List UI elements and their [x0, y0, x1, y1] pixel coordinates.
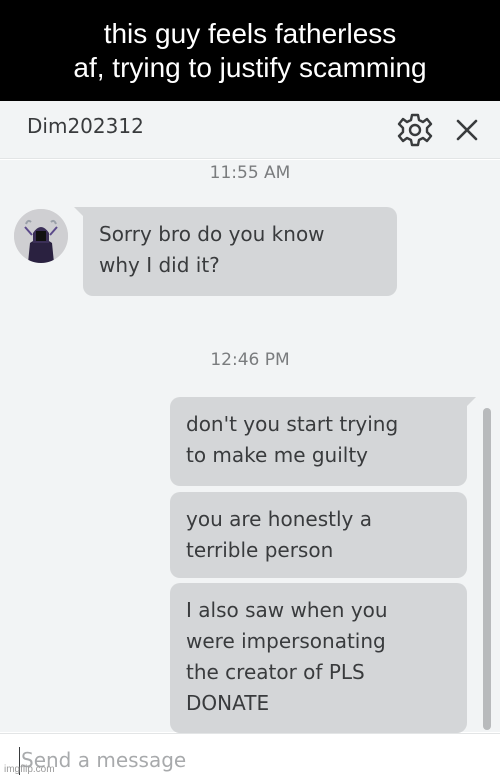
gear-icon[interactable] — [397, 112, 433, 148]
meme-caption: this guy feels fatherless af, trying to … — [0, 0, 500, 101]
scrollbar[interactable] — [483, 408, 491, 730]
outgoing-message-bubble[interactable]: don't you start trying to make me guilty — [170, 397, 467, 486]
message-line: I also saw when you — [186, 598, 388, 622]
message-line: to make me guilty — [186, 443, 369, 467]
message-line: the creator of PLS — [186, 660, 365, 684]
message-line: terrible person — [186, 538, 334, 562]
message-line: why I did it? — [99, 253, 220, 277]
message-line: DONATE — [186, 691, 270, 715]
incoming-message-bubble[interactable]: Sorry bro do you know why I did it? — [83, 207, 397, 296]
message-line: were impersonating — [186, 629, 386, 653]
watermark: imgflip.com — [4, 764, 55, 775]
close-icon[interactable] — [452, 115, 482, 145]
timestamp: 12:46 PM — [210, 350, 290, 370]
timestamp: 11:55 AM — [209, 163, 291, 183]
avatar[interactable] — [14, 209, 68, 263]
bubble-tail — [466, 397, 476, 407]
caption-line-1: this guy feels fatherless — [103, 18, 397, 49]
message-line: Sorry bro do you know — [99, 222, 325, 246]
message-line: you are honestly a — [186, 507, 372, 531]
message-line: don't you start trying — [186, 412, 399, 436]
outgoing-message-bubble[interactable]: you are honestly a terrible person — [170, 492, 467, 578]
outgoing-message-bubble[interactable]: I also saw when you were impersonating t… — [170, 583, 467, 733]
chat-title: Dim202312 — [27, 114, 144, 138]
caption-line-2: af, trying to justify scamming — [73, 52, 427, 83]
message-input[interactable] — [21, 742, 481, 778]
